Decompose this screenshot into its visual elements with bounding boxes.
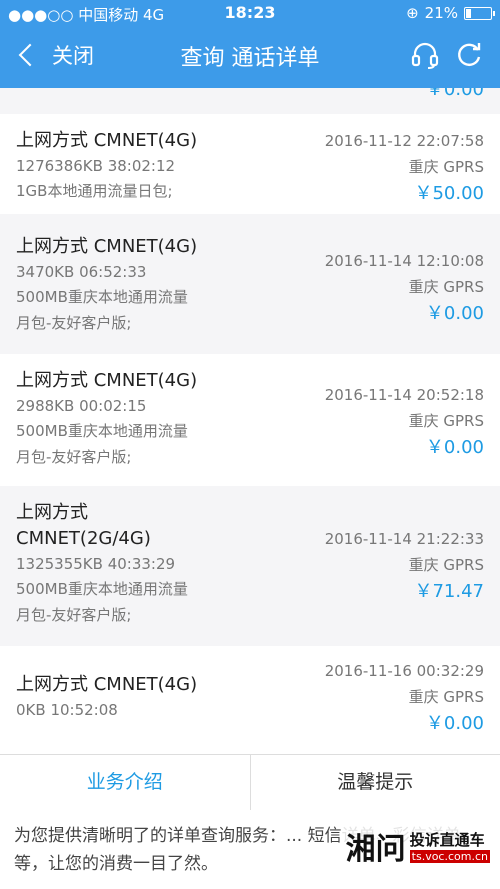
tab-business-intro[interactable]: 业务介绍	[0, 755, 250, 810]
record-location: 重庆 GPRS	[408, 412, 484, 430]
battery-fill	[466, 8, 472, 18]
record-package: 月包-友好客户版;	[16, 314, 132, 332]
record-usage: 2988KB 00:02:15	[16, 397, 147, 415]
nav-bar: 关闭 查询 通话详单	[0, 28, 500, 86]
watermark-url: ts.voc.com.cn	[409, 850, 490, 863]
list-item[interactable]: 上网方式 CMNET(4G) 2988KB 00:02:15 500MB重庆本地…	[0, 354, 500, 486]
record-time: 2016-11-14 12:10:08	[324, 252, 484, 270]
record-amount: ￥50.00	[414, 183, 484, 204]
record-type: 上网方式 CMNET(4G)	[16, 674, 198, 695]
watermark-logo: 湘问	[345, 832, 406, 867]
list-item[interactable]: 上网方式 CMNET(2G/4G) 1325355KB 40:33:29 500…	[0, 486, 500, 646]
list-item-partial: ￥0.00	[0, 88, 500, 114]
record-type: 上网方式 CMNET(4G)	[16, 130, 198, 151]
record-amount: ￥0.00	[425, 437, 484, 458]
record-location: 重庆 GPRS	[408, 556, 484, 574]
list-item[interactable]: 上网方式 CMNET(4G) 1276386KB 38:02:12 1GB本地通…	[0, 114, 500, 214]
app-header: ●●●○○ 中国移动 4G 18:23 ⊕ 21% 关闭 查询 通话详单	[0, 0, 500, 88]
record-package: 月包-友好客户版;	[16, 606, 132, 624]
battery-percent: 21%	[424, 4, 458, 22]
info-tabs: 业务介绍 温馨提示	[0, 754, 500, 811]
record-amount: ￥0.00	[425, 88, 484, 100]
watermark-title: 投诉直通车	[409, 831, 485, 849]
watermark: 湘问 投诉直通车 ts.voc.com.cn	[341, 822, 494, 870]
record-package: 500MB重庆本地通用流量	[16, 288, 188, 306]
record-type-line2: CMNET(2G/4G)	[16, 528, 151, 549]
record-type: 上网方式	[16, 502, 88, 523]
record-time: 2016-11-12 22:07:58	[324, 132, 484, 150]
record-location: 重庆 GPRS	[408, 278, 484, 296]
record-package: 500MB重庆本地通用流量	[16, 580, 188, 598]
record-amount: ￥0.00	[425, 303, 484, 324]
record-type: 上网方式 CMNET(4G)	[16, 236, 198, 257]
record-usage: 0KB 10:52:08	[16, 701, 118, 719]
watermark-text: 投诉直通车 ts.voc.com.cn	[409, 829, 490, 863]
headset-icon[interactable]	[410, 40, 440, 70]
status-bar: ●●●○○ 中国移动 4G 18:23 ⊕ 21%	[0, 0, 500, 28]
record-usage: 1276386KB 38:02:12	[16, 157, 176, 175]
list-item[interactable]: 上网方式 CMNET(4G) 0KB 10:52:08 2016-11-16 0…	[0, 646, 500, 754]
nav-actions	[410, 40, 484, 70]
record-usage: 3470KB 06:52:33	[16, 263, 147, 281]
battery-indicator: ⊕ 21%	[406, 4, 495, 22]
record-time: 2016-11-14 20:52:18	[324, 386, 484, 404]
record-package: 500MB重庆本地通用流量	[16, 422, 188, 440]
record-type: 上网方式 CMNET(4G)	[16, 370, 198, 391]
battery-icon	[464, 6, 495, 20]
tab-tips[interactable]: 温馨提示	[249, 755, 500, 810]
record-location: 重庆 GPRS	[408, 688, 484, 706]
record-amount: ￥0.00	[425, 713, 484, 734]
orientation-lock-icon: ⊕	[406, 4, 419, 22]
record-usage: 1325355KB 40:33:29	[16, 555, 176, 573]
refresh-icon[interactable]	[454, 40, 484, 70]
record-location: 重庆 GPRS	[408, 158, 484, 176]
list-item[interactable]: 上网方式 CMNET(4G) 3470KB 06:52:33 500MB重庆本地…	[0, 214, 500, 354]
record-time: 2016-11-16 00:32:29	[324, 662, 484, 680]
record-package: 1GB本地通用流量日包;	[16, 182, 173, 200]
record-package: 月包-友好客户版;	[16, 448, 132, 466]
record-amount: ￥71.47	[414, 581, 484, 602]
record-list[interactable]: ￥0.00 上网方式 CMNET(4G) 1276386KB 38:02:12 …	[0, 88, 500, 754]
record-time: 2016-11-14 21:22:33	[324, 530, 484, 548]
